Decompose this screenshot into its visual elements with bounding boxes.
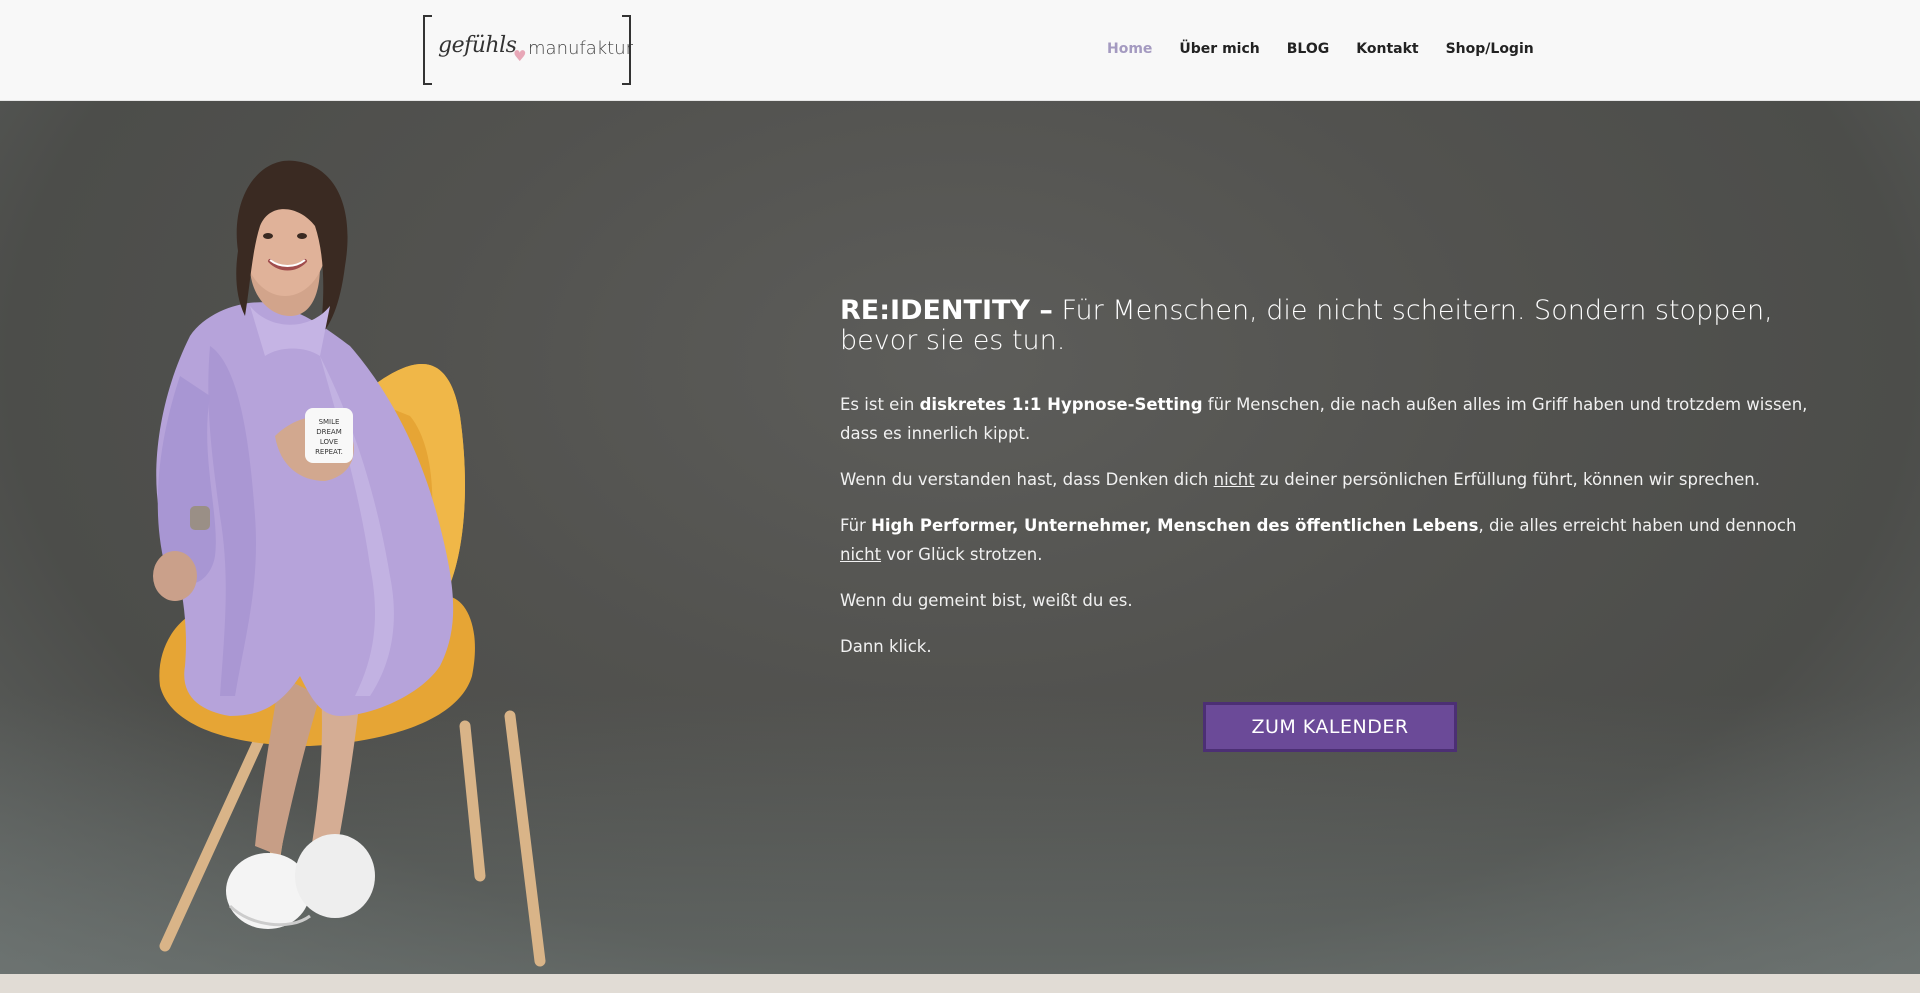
nav-blog[interactable]: BLOG [1287,41,1330,57]
hero-paragraph-1: Es ist ein diskretes 1:1 Hypnose-Setting… [840,390,1815,448]
zum-kalender-button[interactable]: ZUM KALENDER [1203,702,1457,752]
nav-shop-login[interactable]: Shop/Login [1446,41,1534,57]
nav-ueber-mich[interactable]: Über mich [1179,41,1259,57]
logo-bracket-left [423,15,432,85]
hero-paragraph-5: Dann klick. [840,637,932,656]
nav-kontakt[interactable]: Kontakt [1356,41,1418,57]
hero-paragraph-2: Wenn du verstanden hast, dass Denken dic… [840,465,1815,494]
svg-text:DREAM: DREAM [316,428,342,436]
p2-underline: nicht [1213,470,1255,489]
sneaker-right [295,834,375,918]
svg-text:LOVE: LOVE [320,438,338,446]
headline-brand: RE:IDENTITY – [840,295,1053,326]
heart-icon: ♥ [513,47,527,65]
p3-text-d: vor Glück strotzen. [881,545,1043,564]
logo-bracket-right [622,15,631,85]
p1-bold: diskretes 1:1 Hypnose-Setting [919,395,1203,414]
p3-underline: nicht [840,545,882,564]
p3-text-c: , die alles erreicht haben und dennoch [1478,516,1797,535]
hero-section: SMILE DREAM LOVE REPEAT. RE:IDENTITY – F… [0,101,1920,974]
nav-home[interactable]: Home [1107,41,1152,57]
footer-strip [0,974,1920,993]
site-header: gefühls ♥ manufaktur Home Über mich BLOG… [0,0,1920,101]
p3-bold: High Performer, Unternehmer, Menschen de… [871,516,1479,535]
p3-text-a: Für [840,516,872,535]
hero-headline: RE:IDENTITY – Für Menschen, die nicht sc… [840,296,1815,356]
hero-text-block: RE:IDENTITY – Für Menschen, die nicht sc… [840,296,1815,678]
site-logo[interactable]: gefühls ♥ manufaktur [420,15,634,87]
svg-text:REPEAT.: REPEAT. [315,448,343,456]
hero-portrait-image: SMILE DREAM LOVE REPEAT. [153,160,546,967]
svg-text:SMILE: SMILE [319,418,340,426]
p2-text-a: Wenn du verstanden hast, dass Denken dic… [840,470,1214,489]
main-nav: Home Über mich BLOG Kontakt Shop/Login [1107,41,1561,57]
logo-script-text: gefühls [438,33,517,58]
logo-word-text: manufaktur [528,38,634,59]
hero-paragraph-3: Für High Performer, Unternehmer, Mensche… [840,511,1815,569]
p2-text-c: zu deiner persönlichen Erfüllung führt, … [1254,470,1760,489]
hero-paragraph-4: Wenn du gemeint bist, weißt du es. [840,591,1133,610]
p1-text-a: Es ist ein [840,395,920,414]
